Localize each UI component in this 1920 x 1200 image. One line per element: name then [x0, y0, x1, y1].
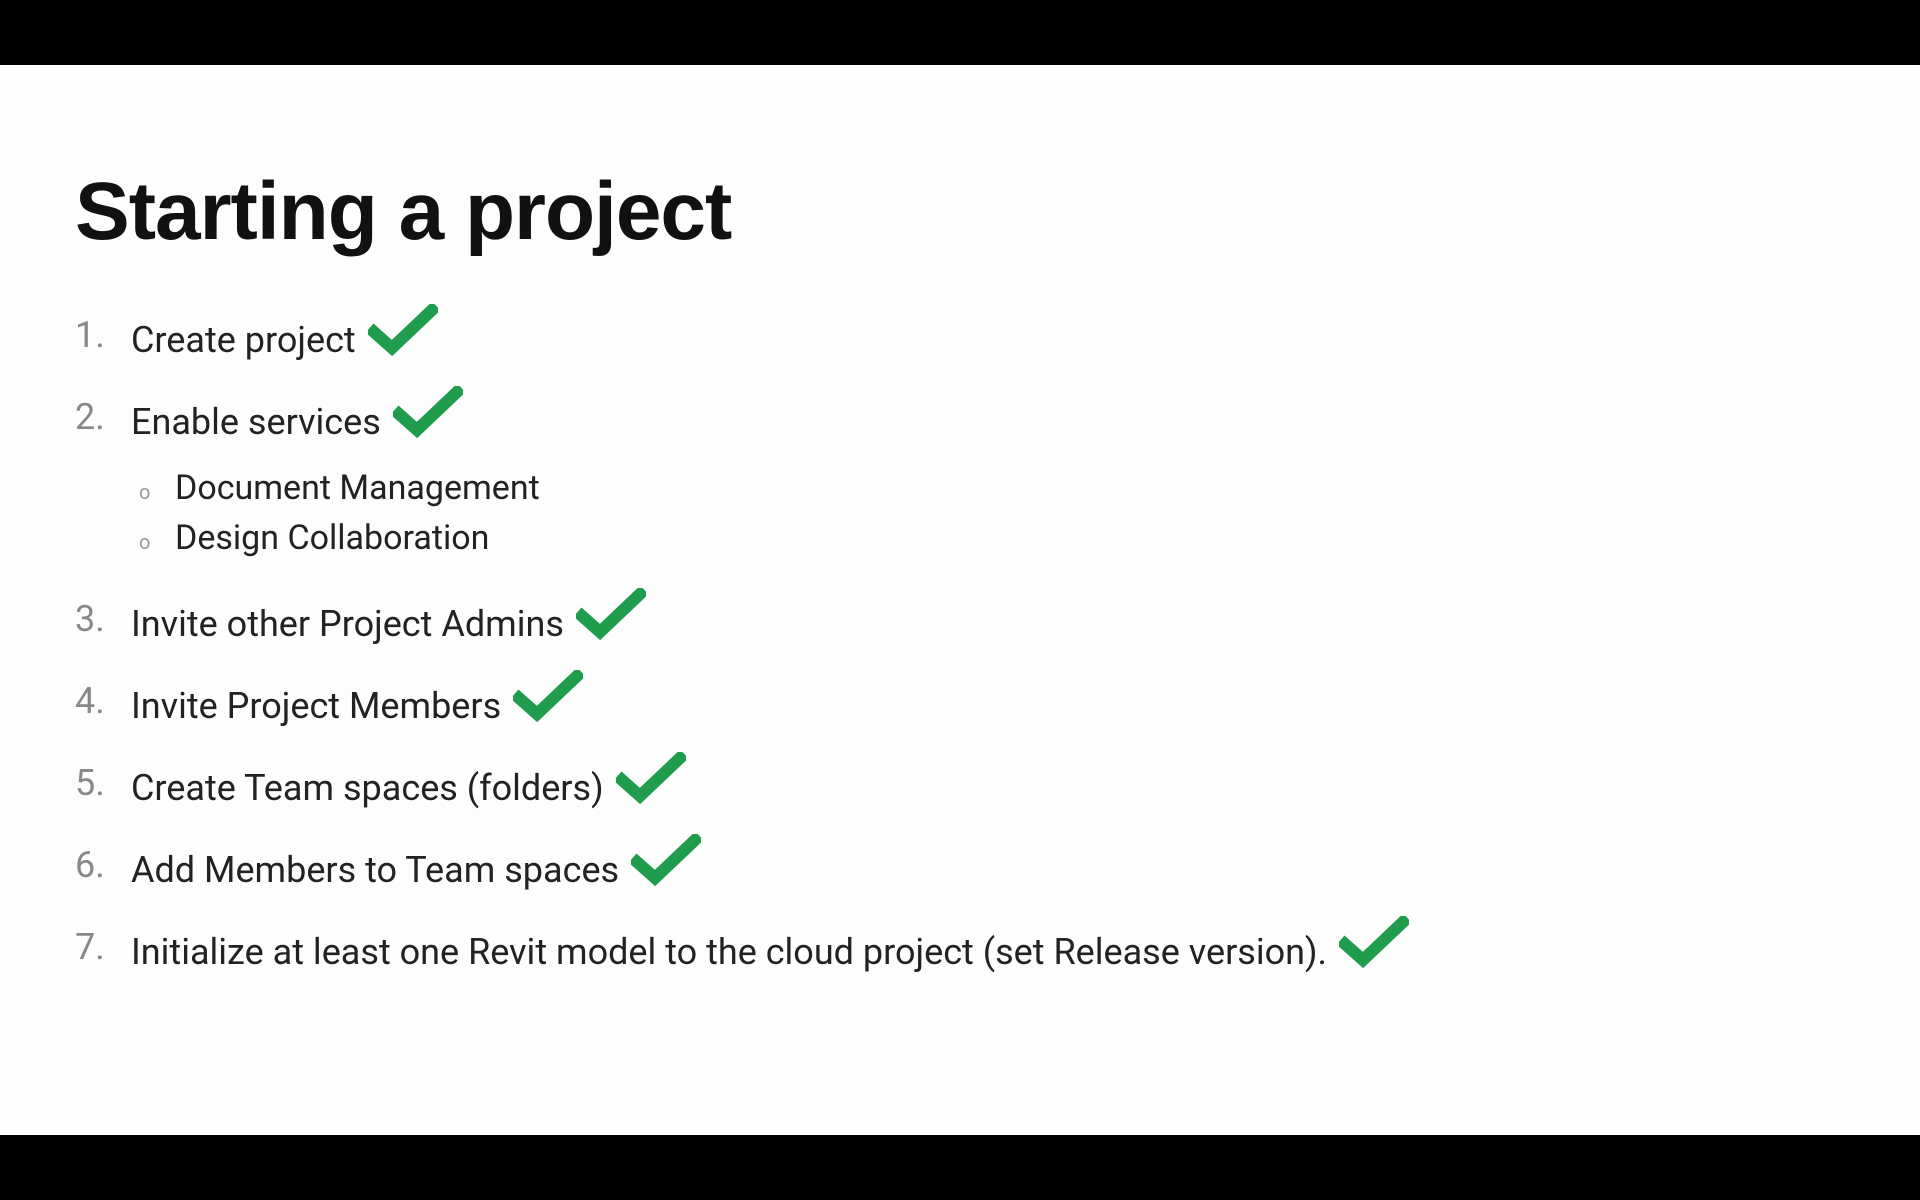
list-item-number: 5.: [75, 762, 131, 804]
list-item-body: Create project: [131, 314, 438, 366]
check-icon: [631, 834, 701, 886]
check-icon: [393, 386, 463, 438]
check-icon: [368, 304, 438, 356]
list-item-body: Invite Project Members: [131, 680, 583, 732]
list-item-body: Add Members to Team spaces: [131, 844, 701, 896]
list-item: 6. Add Members to Team spaces: [75, 844, 1845, 896]
list-item-body: Initialize at least one Revit model to t…: [131, 926, 1409, 978]
list-item-number: 4.: [75, 680, 131, 722]
sublist-item-text: Design Collaboration: [175, 518, 489, 558]
steps-list: 1. Create project 2. Enable services o D…: [75, 314, 1845, 978]
list-item: 7. Initialize at least one Revit model t…: [75, 926, 1845, 978]
list-item-number: 2.: [75, 396, 131, 438]
list-item-number: 1.: [75, 314, 131, 356]
sublist: o Document Management o Design Collabora…: [131, 468, 540, 558]
list-item-text: Enable services: [131, 399, 381, 446]
list-item: 1. Create project: [75, 314, 1845, 366]
list-item: 5. Create Team spaces (folders): [75, 762, 1845, 814]
list-item-body: Enable services o Document Management o …: [131, 396, 540, 568]
list-item: 4. Invite Project Members: [75, 680, 1845, 732]
list-item-text: Add Members to Team spaces: [131, 847, 619, 894]
sublist-item: o Document Management: [131, 468, 540, 508]
check-icon: [513, 670, 583, 722]
list-item: 2. Enable services o Document Management…: [75, 396, 1845, 568]
slide: Starting a project 1. Create project 2. …: [0, 65, 1920, 1135]
sublist-item-text: Document Management: [175, 468, 540, 508]
list-item: 3. Invite other Project Admins: [75, 598, 1845, 650]
list-item-number: 6.: [75, 844, 131, 886]
list-item-text: Invite Project Members: [131, 683, 501, 730]
sublist-item: o Design Collaboration: [131, 518, 540, 558]
list-item-number: 7.: [75, 926, 131, 968]
bullet-icon: o: [131, 480, 175, 504]
check-icon: [576, 588, 646, 640]
list-item-text: Create project: [131, 317, 356, 364]
check-icon: [1339, 916, 1409, 968]
bullet-icon: o: [131, 530, 175, 554]
list-item-text: Create Team spaces (folders): [131, 765, 604, 812]
list-item-body: Invite other Project Admins: [131, 598, 646, 650]
check-icon: [616, 752, 686, 804]
list-item-body: Create Team spaces (folders): [131, 762, 686, 814]
list-item-text: Initialize at least one Revit model to t…: [131, 929, 1327, 976]
slide-title: Starting a project: [75, 165, 1845, 259]
list-item-number: 3.: [75, 598, 131, 640]
list-item-text: Invite other Project Admins: [131, 601, 564, 648]
